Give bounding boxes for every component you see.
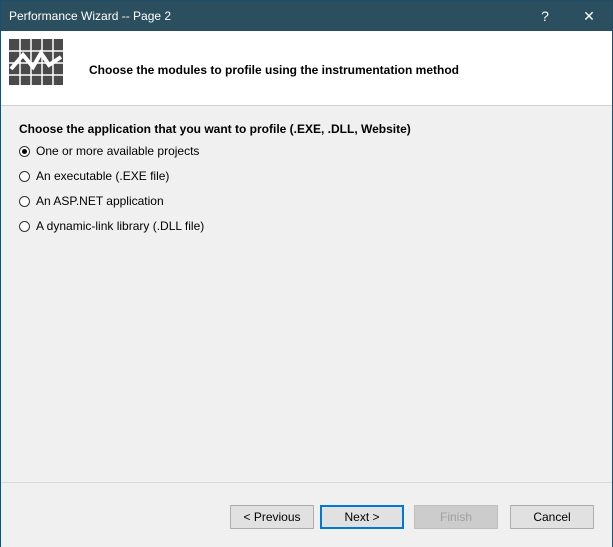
radio-label: An executable (.EXE file) — [36, 169, 170, 183]
window-title: Performance Wizard -- Page 2 — [9, 9, 172, 23]
finish-button[interactable]: Finish — [414, 505, 498, 529]
radio-button[interactable] — [19, 220, 30, 232]
wizard-banner: Choose the modules to profile using the … — [1, 31, 612, 106]
radio-dll[interactable]: A dynamic-link library (.DLL file) — [19, 218, 204, 234]
radio-label: A dynamic-link library (.DLL file) — [36, 219, 205, 233]
page-heading: Choose the modules to profile using the … — [89, 63, 460, 77]
performance-chart-icon — [9, 39, 63, 85]
previous-button[interactable]: < Previous — [230, 505, 314, 529]
radio-aspnet-application[interactable]: An ASP.NET application — [19, 193, 164, 209]
radio-label: An ASP.NET application — [36, 194, 164, 208]
radio-available-projects[interactable]: One or more available projects — [19, 143, 199, 159]
main-content: Choose the application that you want to … — [1, 106, 612, 482]
wizard-window: Performance Wizard -- Page 2 ? ✕ Choose … — [0, 0, 613, 547]
next-button[interactable]: Next > — [320, 505, 404, 529]
radio-executable[interactable]: An executable (.EXE file) — [19, 168, 169, 184]
radio-label: One or more available projects — [36, 144, 200, 158]
close-button[interactable]: ✕ — [567, 1, 611, 31]
title-bar[interactable]: Performance Wizard -- Page 2 ? ✕ — [1, 1, 612, 31]
radio-button[interactable] — [19, 170, 30, 182]
radio-button[interactable] — [19, 145, 30, 157]
button-bar: < Previous Next > Finish Cancel — [1, 482, 612, 547]
application-type-label: Choose the application that you want to … — [19, 122, 411, 136]
help-button[interactable]: ? — [523, 1, 567, 31]
cancel-button[interactable]: Cancel — [510, 505, 594, 529]
radio-button[interactable] — [19, 195, 30, 207]
